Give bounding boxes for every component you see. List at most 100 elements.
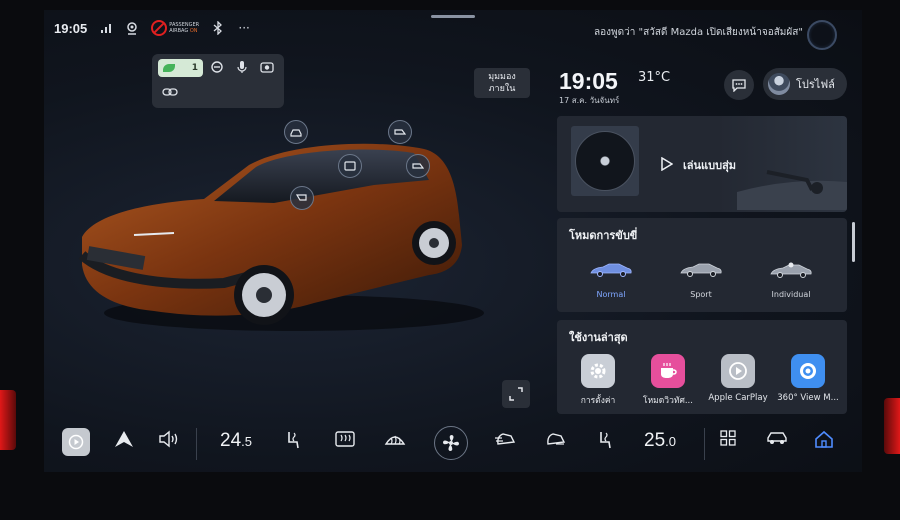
profile-button[interactable]: โปรไฟล์ [763, 68, 847, 100]
airbag-off-icon [151, 20, 168, 36]
infotainment-screen: 19:05 PASSENGER AIRBAG ON ··· ลองพูดว่า … [44, 10, 862, 472]
voice-assistant-button[interactable] [807, 20, 837, 50]
chat-icon [732, 79, 746, 92]
carplay-dock-button[interactable] [62, 428, 90, 456]
inner-view-line1: มุมมอง [488, 72, 516, 82]
inner-view-button[interactable]: มุมมอง ภายใน [474, 68, 530, 98]
hotspot-mirror[interactable] [290, 186, 314, 210]
messages-button[interactable] [724, 70, 754, 100]
grid-icon [720, 430, 736, 446]
airflow-face-icon [495, 433, 516, 445]
car-normal-icon [590, 263, 632, 277]
seat-heat-passenger-icon [600, 432, 611, 449]
driver-monitor-icon [125, 21, 139, 35]
seat-heat-icon [288, 432, 299, 449]
left-red-light [0, 390, 16, 450]
front-defrost-button[interactable] [384, 430, 406, 448]
speaker-icon [159, 430, 178, 448]
app-grid-button[interactable] [720, 430, 736, 446]
cup-icon [651, 354, 685, 388]
status-time: 19:05 [54, 20, 88, 36]
drive-mode-normal[interactable]: Normal [581, 262, 641, 299]
drive-mode-individual[interactable]: Individual [761, 262, 821, 299]
volume-button[interactable] [158, 430, 182, 448]
seat-heat-driver-button[interactable] [284, 430, 302, 450]
drive-mode-sport[interactable]: Sport [671, 262, 731, 299]
hotspot-door[interactable] [338, 154, 362, 178]
passenger-airbag-indicator: PASSENGER AIRBAG ON [151, 20, 199, 36]
app-360-view-name: 360° View M... [777, 393, 839, 403]
hotspot-rear-door[interactable] [406, 154, 430, 178]
home-icon [815, 430, 833, 448]
drive-mode-sport-label: Sport [690, 290, 712, 299]
disc-icon [575, 131, 635, 191]
profile-label: โปรไฟล์ [796, 78, 835, 91]
wireless-charge-icon[interactable] [210, 60, 224, 77]
eco-toggle-value: 1 [191, 63, 198, 73]
bottom-dock: 24.5 25.0 [44, 418, 862, 468]
settings-icon [581, 354, 615, 388]
android-auto-icon [115, 431, 133, 447]
right-panel-scrollbar[interactable] [852, 222, 855, 262]
eco-toggle[interactable]: 1 [158, 59, 203, 77]
media-card[interactable]: เล่นแบบสุ่ม [557, 116, 847, 212]
car-3d-model[interactable] [74, 125, 494, 340]
driver-temperature[interactable]: 24.5 [220, 430, 252, 452]
hotspot-trunk[interactable] [388, 120, 412, 144]
rear-defrost-button[interactable] [334, 430, 356, 448]
hotspot-sunroof[interactable] [284, 120, 308, 144]
airflow-feet-icon [547, 433, 566, 445]
airflow-feet-button[interactable] [544, 430, 566, 448]
driver-temp-whole: 24 [220, 430, 242, 451]
app-scenic-mode[interactable]: โหมดวิวทัศ... [633, 354, 703, 407]
expand-icon [509, 387, 523, 401]
recent-apps-card: ใช้งานล่าสุด การตั้งค่า โหมดวิวทัศ... Ap… [557, 320, 847, 414]
passenger-temperature[interactable]: 25.0 [644, 430, 676, 452]
signal-icon [99, 21, 113, 35]
app-settings-name: การตั้งค่า [580, 396, 616, 406]
shuffle-play-label[interactable]: เล่นแบบสุ่ม [683, 156, 736, 174]
expand-button[interactable] [502, 380, 530, 408]
rear-defrost-icon [335, 431, 355, 447]
dock-divider-right [704, 428, 705, 460]
main-clock: 19:05 [559, 68, 618, 94]
camera-icon[interactable] [260, 60, 274, 77]
outside-temperature: 31°C [638, 70, 671, 85]
app-settings[interactable]: การตั้งค่า [563, 354, 633, 407]
drive-mode-title: โหมดการขับขี่ [569, 229, 638, 242]
passenger-temp-whole: 25 [644, 430, 666, 451]
fan-button[interactable] [434, 426, 468, 460]
album-art [571, 126, 639, 196]
play-icon[interactable] [661, 156, 674, 174]
notification-handle[interactable] [431, 15, 475, 18]
camera-360-icon [791, 354, 825, 388]
home-button[interactable] [814, 430, 834, 448]
more-icon[interactable]: ··· [237, 21, 251, 35]
status-bar: 19:05 PASSENGER AIRBAG ON ··· [54, 20, 251, 36]
drive-mode-normal-label: Normal [596, 290, 626, 299]
drive-mode-individual-label: Individual [771, 290, 811, 299]
front-defrost-icon [384, 435, 406, 445]
leaf-icon [163, 64, 175, 72]
app-360-view[interactable]: 360° View M... [773, 354, 843, 403]
car-sport-icon [680, 263, 722, 277]
turntable-image [737, 170, 847, 210]
driver-temp-decimal: .5 [241, 433, 252, 449]
app-carplay[interactable]: Apple CarPlay [703, 354, 773, 403]
avatar [768, 73, 790, 95]
app-scenic-mode-name: โหมดวิวทัศ... [643, 396, 693, 406]
android-auto-button[interactable] [114, 430, 134, 448]
seat-heat-passenger-button[interactable] [596, 430, 614, 450]
microphone-icon[interactable] [236, 60, 248, 77]
car-individual-icon [770, 262, 812, 278]
carplay-icon [721, 354, 755, 388]
airbag-text-2: AIRBAG [169, 28, 189, 34]
quick-controls-panel: 1 [152, 54, 284, 108]
link-icon[interactable] [162, 86, 178, 101]
airbag-text-3: ON [189, 28, 198, 34]
fan-icon [443, 435, 459, 451]
drive-mode-card: โหมดการขับขี่ Normal Sport Individual [557, 218, 847, 312]
airflow-face-button[interactable] [494, 430, 516, 448]
bluetooth-icon [211, 21, 225, 35]
vehicle-button[interactable] [766, 430, 788, 446]
